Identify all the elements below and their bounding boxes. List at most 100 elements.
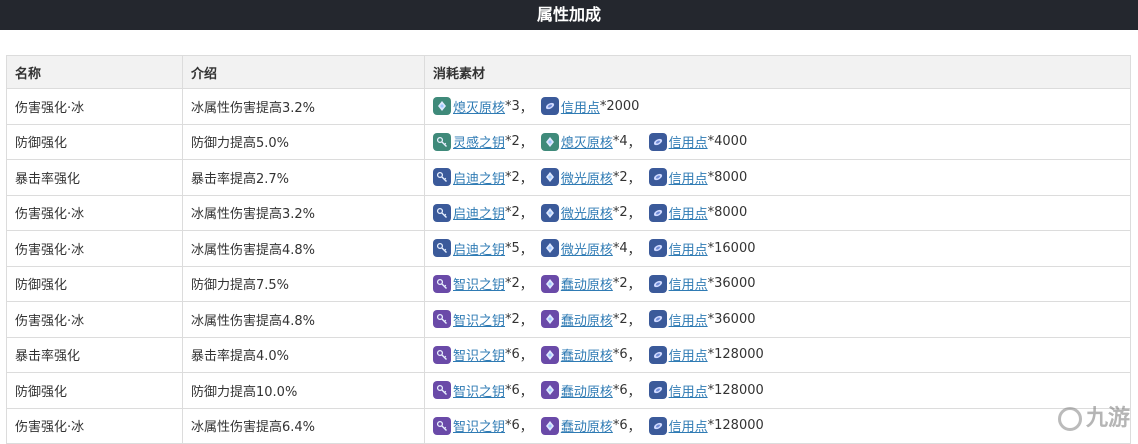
material-item: 信用点 *128000: [648, 381, 764, 400]
material-link[interactable]: 信用点: [669, 168, 708, 187]
credit-icon[interactable]: [540, 97, 559, 116]
material-link[interactable]: 信用点: [669, 274, 708, 293]
material-link[interactable]: 蠢动原核: [561, 416, 613, 435]
material-separator: ，: [627, 136, 641, 152]
key-icon[interactable]: [433, 274, 451, 293]
material-quantity: *2: [505, 276, 520, 292]
key-icon[interactable]: [433, 239, 451, 258]
cell-materials: 启迪之钥 *2，微光原核 *2，信用点 *8000: [424, 194, 1131, 231]
material-item: 智识之钥 *6，: [433, 345, 535, 364]
material-link[interactable]: 智识之钥: [453, 310, 505, 329]
credit-icon[interactable]: [648, 239, 667, 258]
material-link[interactable]: 信用点: [669, 203, 708, 222]
material-link[interactable]: 蠢动原核: [561, 310, 613, 329]
material-separator: ，: [627, 384, 641, 400]
core-icon[interactable]: [540, 203, 559, 222]
material-item: 信用点 *8000: [648, 168, 747, 187]
material-quantity: *128000: [707, 347, 764, 363]
material-link[interactable]: 信用点: [669, 310, 708, 329]
material-separator: ，: [627, 207, 641, 223]
key-icon[interactable]: [433, 203, 451, 222]
credit-icon[interactable]: [648, 310, 667, 329]
key-icon[interactable]: [433, 416, 451, 435]
credit-icon[interactable]: [648, 132, 667, 151]
material-quantity: *6: [505, 418, 520, 434]
cell-attribute-name: 伤害强化·冰: [6, 194, 183, 231]
watermark-logo: 九游: [1057, 400, 1130, 432]
material-link[interactable]: 蠢动原核: [561, 381, 613, 400]
cell-attribute-description: 冰属性伤害提高4.8%: [182, 301, 425, 338]
material-item: 灵感之钥 *2，: [433, 132, 535, 151]
credit-icon[interactable]: [648, 203, 667, 222]
materials-list: 启迪之钥 *5，微光原核 *4，信用点 *16000: [433, 239, 1130, 258]
material-link[interactable]: 信用点: [669, 345, 708, 364]
material-link[interactable]: 启迪之钥: [453, 203, 505, 222]
material-separator: ，: [627, 313, 641, 329]
material-link[interactable]: 智识之钥: [453, 345, 505, 364]
material-item: 微光原核 *2，: [540, 203, 643, 223]
material-item: 信用点 *128000: [648, 416, 764, 435]
material-separator: ，: [519, 278, 533, 294]
cell-attribute-description: 暴击率提高4.0%: [182, 336, 425, 373]
materials-list: 智识之钥 *2，蠢动原核 *2，信用点 *36000: [433, 274, 1130, 293]
material-link[interactable]: 蠢动原核: [561, 274, 613, 293]
material-link[interactable]: 熄灭原核: [453, 97, 505, 116]
core-icon[interactable]: [540, 416, 559, 435]
material-link[interactable]: 信用点: [669, 416, 708, 435]
material-quantity: *2: [612, 205, 628, 221]
cell-attribute-name: 伤害强化·冰: [6, 88, 183, 125]
material-item: 熄灭原核 *3，: [433, 97, 535, 116]
material-link[interactable]: 微光原核: [561, 239, 613, 258]
material-link[interactable]: 微光原核: [561, 203, 613, 222]
material-link[interactable]: 信用点: [669, 132, 708, 151]
material-link[interactable]: 信用点: [669, 239, 708, 258]
cell-attribute-description: 暴击率提高2.7%: [182, 159, 425, 196]
material-link[interactable]: 智识之钥: [453, 416, 505, 435]
material-item: 信用点 *2000: [540, 97, 639, 116]
credit-icon[interactable]: [648, 416, 667, 435]
material-item: 信用点 *36000: [648, 274, 756, 293]
core-icon[interactable]: [540, 168, 559, 187]
core-icon[interactable]: [540, 381, 559, 400]
material-quantity: *2: [505, 311, 520, 327]
material-quantity: *2: [505, 205, 520, 221]
credit-icon[interactable]: [648, 168, 667, 187]
column-header-name: 名称: [6, 55, 183, 89]
core-icon[interactable]: [540, 132, 559, 151]
column-header-materials: 消耗素材: [424, 55, 1131, 89]
material-link[interactable]: 智识之钥: [453, 274, 505, 293]
credit-icon[interactable]: [648, 381, 667, 400]
cell-materials: 智识之钥 *2，蠢动原核 *2，信用点 *36000: [424, 265, 1131, 302]
material-quantity: *6: [505, 347, 520, 363]
core-icon[interactable]: [433, 97, 451, 116]
core-icon[interactable]: [540, 345, 559, 364]
key-icon[interactable]: [433, 381, 451, 400]
core-icon[interactable]: [540, 310, 559, 329]
material-item: 蠢动原核 *6，: [540, 416, 643, 435]
key-icon[interactable]: [433, 168, 451, 187]
material-quantity: *8000: [707, 205, 748, 221]
material-link[interactable]: 智识之钥: [453, 381, 505, 400]
core-icon[interactable]: [540, 274, 559, 293]
cell-attribute-description: 冰属性伤害提高3.2%: [182, 194, 425, 231]
credit-icon[interactable]: [648, 345, 667, 364]
credit-icon[interactable]: [648, 274, 667, 293]
core-icon[interactable]: [540, 239, 559, 258]
material-link[interactable]: 熄灭原核: [561, 132, 613, 151]
material-link[interactable]: 蠢动原核: [561, 345, 613, 364]
key-icon[interactable]: [433, 132, 451, 151]
section-title-bar: 属性加成: [0, 0, 1138, 30]
material-quantity: *4000: [707, 134, 748, 150]
material-link[interactable]: 信用点: [669, 381, 708, 400]
material-link[interactable]: 信用点: [561, 97, 600, 116]
section-title: 属性加成: [536, 5, 601, 24]
material-link[interactable]: 微光原核: [561, 168, 613, 187]
material-link[interactable]: 启迪之钥: [453, 239, 505, 258]
cell-attribute-name: 伤害强化·冰: [6, 407, 183, 444]
key-icon[interactable]: [433, 345, 451, 364]
material-link[interactable]: 启迪之钥: [453, 168, 505, 187]
attribute-bonus-table: 名称 介绍 消耗素材 伤害强化·冰 冰属性伤害提高3.2% 熄灭原核 *3，信用点 *2…: [6, 55, 1131, 444]
key-icon[interactable]: [433, 310, 451, 329]
material-link[interactable]: 灵感之钥: [453, 132, 505, 151]
material-quantity: *2: [612, 169, 628, 185]
